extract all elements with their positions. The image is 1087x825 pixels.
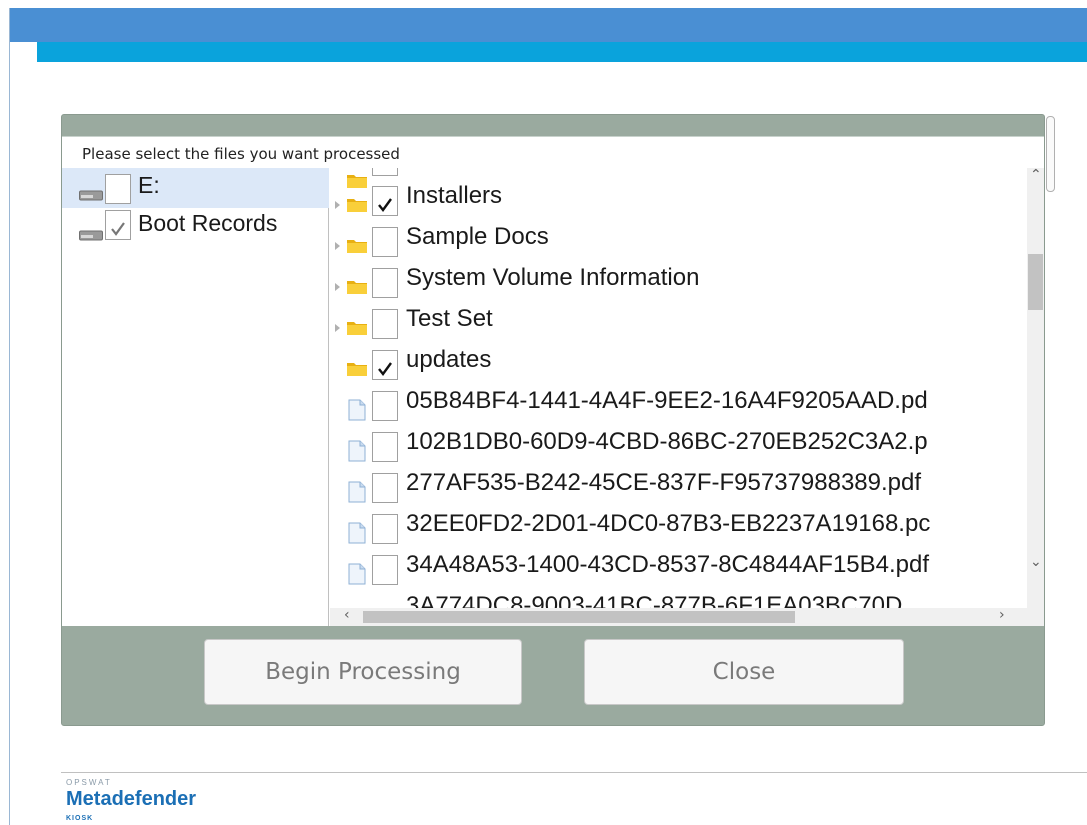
file-row[interactable]: 34A48A53-1400-43CD-8537-8C4844AF15B4.pdf (330, 545, 1030, 586)
expand-arrow-icon[interactable] (335, 324, 340, 332)
checkmark-icon (378, 362, 392, 376)
expand-arrow-icon[interactable] (335, 201, 340, 209)
expand-arrow-icon[interactable] (335, 283, 340, 291)
list-item-label: 102B1DB0-60D9-4CBD-86BC-270EB252C3A2.p (406, 428, 928, 455)
file-icon (348, 563, 366, 585)
drive-label: Boot Records (138, 210, 278, 236)
folder-icon (347, 281, 367, 294)
drive-label: E: (138, 172, 160, 198)
list-item-label: 34A48A53-1400-43CD-8537-8C4844AF15B4.pdf (406, 551, 930, 578)
file-selection-dialog: Please select the files you want process… (61, 114, 1045, 726)
list-item-label: Sample Docs (406, 223, 549, 250)
list-item-label: Installers (406, 182, 503, 209)
checkmark-icon (111, 222, 125, 236)
folder-row[interactable]: Sample Docs (330, 217, 1030, 258)
list-item-checkbox[interactable] (372, 227, 398, 257)
list-item-checkbox-partial[interactable] (372, 168, 398, 176)
scroll-down-icon[interactable]: ⌄ (1030, 554, 1042, 570)
drive-checkbox[interactable] (105, 174, 131, 204)
folder-icon (347, 199, 367, 212)
list-item-label: 32EE0FD2-2D01-4DC0-87B3-EB2237A19168.pc (406, 510, 931, 537)
file-row[interactable]: 32EE0FD2-2D01-4DC0-87B3-EB2237A19168.pc (330, 504, 1030, 545)
folder-row[interactable]: Test Set (330, 299, 1030, 340)
logo-edition: KIOSK (66, 815, 94, 822)
expand-arrow-icon[interactable] (335, 242, 340, 250)
folder-icon (347, 175, 367, 188)
folder-icon (347, 363, 367, 376)
list-item-label: Test Set (406, 305, 493, 332)
drive-tree: E: Boot Records (62, 168, 329, 626)
file-icon (348, 481, 366, 503)
file-row[interactable]: 05B84BF4-1441-4A4F-9EE2-16A4F9205AAD.pd (330, 381, 1030, 422)
list-item-checkbox[interactable] (372, 432, 398, 462)
drive-icon (79, 190, 103, 201)
dialog-instruction-bar: Please select the files you want process… (62, 136, 1044, 168)
vertical-scroll-thumb[interactable] (1028, 254, 1043, 310)
file-list-vertical-scrollbar[interactable]: ⌃ ⌄ (1027, 168, 1044, 608)
scroll-left-icon[interactable]: ‹ (344, 607, 350, 623)
header-accent-bar (37, 42, 1087, 62)
list-item-label: System Volume Information (406, 264, 700, 291)
logo-brand: OPSWAT (66, 778, 112, 787)
list-item-label: 277AF535-B242-45CE-837F-F95737988389.pdf (406, 469, 922, 496)
list-item-checkbox[interactable] (372, 555, 398, 585)
drive-icon (79, 230, 103, 241)
list-item-label: 05B84BF4-1441-4A4F-9EE2-16A4F9205AAD.pd (406, 387, 928, 414)
horizontal-scroll-thumb[interactable] (363, 611, 795, 623)
file-browser: E: Boot Records 3A774DC8-9003-41BC-877B-6… (62, 168, 1044, 626)
logo-product: Metadefender (66, 788, 197, 810)
list-item-checkbox[interactable] (372, 391, 398, 421)
begin-processing-button[interactable]: Begin Processing (204, 639, 522, 705)
folder-row[interactable]: updates (330, 340, 1030, 381)
folder-icon (347, 240, 367, 253)
drive-item[interactable]: Boot Records (62, 208, 329, 248)
close-button[interactable]: Close (584, 639, 904, 705)
list-item-checkbox[interactable] (372, 268, 398, 298)
list-item-checkbox[interactable] (372, 350, 398, 380)
checkmark-icon (378, 198, 392, 212)
metadefender-logo: OPSWAT Metadefender KIOSK (66, 778, 216, 824)
list-item-checkbox[interactable] (372, 473, 398, 503)
footer-divider (61, 772, 1087, 773)
drive-item[interactable]: E: (62, 168, 329, 208)
page-scrollbar[interactable] (1046, 116, 1055, 192)
list-item-label: updates (406, 346, 492, 373)
folder-icon (347, 322, 367, 335)
file-row[interactable]: 277AF535-B242-45CE-837F-F95737988389.pdf (330, 463, 1030, 504)
drive-checkbox[interactable] (105, 210, 131, 240)
file-icon (348, 522, 366, 544)
page-left-border (9, 8, 10, 825)
folder-row[interactable]: Installers (330, 176, 1030, 217)
dialog-instruction: Please select the files you want process… (82, 145, 400, 163)
file-list-horizontal-scrollbar[interactable]: ‹ › (330, 607, 1044, 626)
file-icon (348, 399, 366, 421)
list-item-checkbox[interactable] (372, 514, 398, 544)
folder-row[interactable]: System Volume Information (330, 258, 1030, 299)
scroll-right-icon[interactable]: › (999, 607, 1005, 623)
file-list[interactable]: 3A774DC8-9003-41BC-877B-6F1EA03BC70D Ins… (330, 168, 1044, 626)
scroll-up-icon[interactable]: ⌃ (1030, 168, 1042, 183)
header-bar (10, 8, 1087, 42)
list-item-checkbox[interactable] (372, 186, 398, 216)
list-item-checkbox[interactable] (372, 309, 398, 339)
file-icon (348, 440, 366, 462)
file-row[interactable]: 102B1DB0-60D9-4CBD-86BC-270EB252C3A2.p (330, 422, 1030, 463)
